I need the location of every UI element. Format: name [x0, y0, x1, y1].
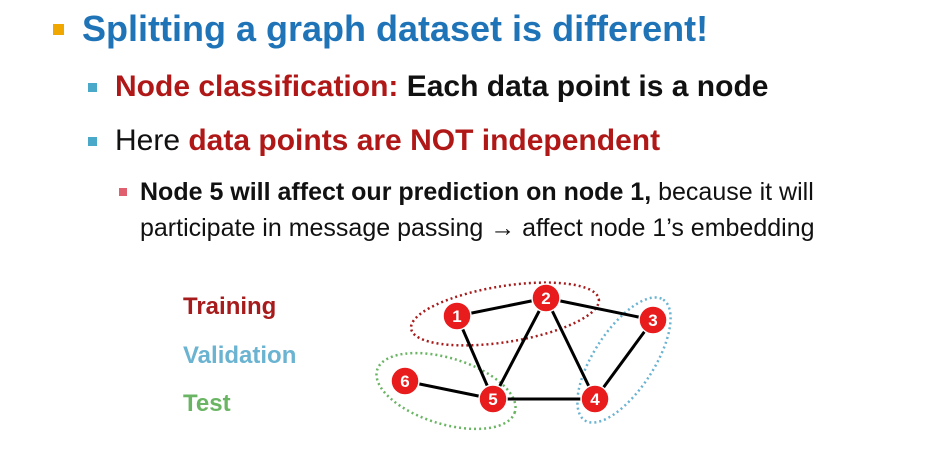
edge-2-4	[544, 297, 597, 400]
training-split-ellipse	[409, 281, 601, 347]
node-1: 1	[442, 301, 472, 331]
node-2-label: 2	[541, 289, 550, 308]
edge-2-5	[491, 297, 548, 400]
node-4-label: 4	[590, 390, 600, 409]
node-6-label: 6	[400, 372, 409, 391]
node-6: 6	[390, 366, 420, 396]
node-1-label: 1	[452, 307, 461, 326]
graph-edges	[404, 296, 655, 401]
graph-nodes: 1 2 3 4 5 6	[390, 283, 668, 414]
node-4: 4	[580, 384, 610, 414]
edge-2-3	[545, 296, 654, 322]
graph-diagram: 1 2 3 4 5 6	[375, 281, 672, 431]
split-ellipses	[375, 281, 672, 431]
node-5: 5	[478, 384, 508, 414]
node-3-label: 3	[648, 311, 657, 330]
node-3: 3	[638, 305, 668, 335]
node-5-label: 5	[488, 390, 497, 409]
node-2: 2	[531, 283, 561, 313]
